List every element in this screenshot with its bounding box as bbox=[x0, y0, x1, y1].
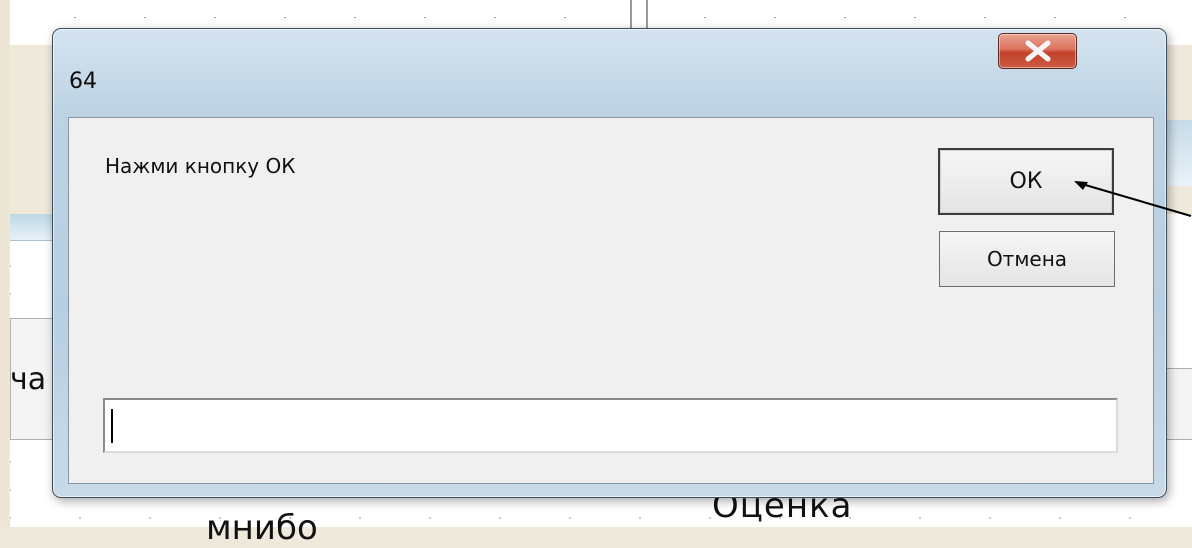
annotation-arrow bbox=[1074, 181, 1192, 217]
background-margin bbox=[0, 0, 10, 527]
text-input[interactable] bbox=[103, 398, 1118, 453]
dialog-client-area: Нажми кнопку ОК ОК Отмена bbox=[68, 117, 1154, 484]
dialog-titlebar[interactable]: 64 bbox=[53, 29, 1166, 117]
dialog-prompt: Нажми кнопку ОК bbox=[105, 154, 296, 178]
dialog-title: 64 bbox=[69, 69, 97, 94]
background-label-bottom-left: мнибо bbox=[206, 508, 318, 548]
close-icon bbox=[1023, 40, 1053, 62]
close-button[interactable] bbox=[998, 33, 1077, 69]
cancel-button[interactable]: Отмена bbox=[939, 231, 1115, 287]
text-caret bbox=[111, 409, 113, 443]
background-label-left: ча bbox=[10, 362, 47, 397]
input-dialog: 64 Нажми кнопку ОК ОК Отмена bbox=[52, 28, 1167, 498]
